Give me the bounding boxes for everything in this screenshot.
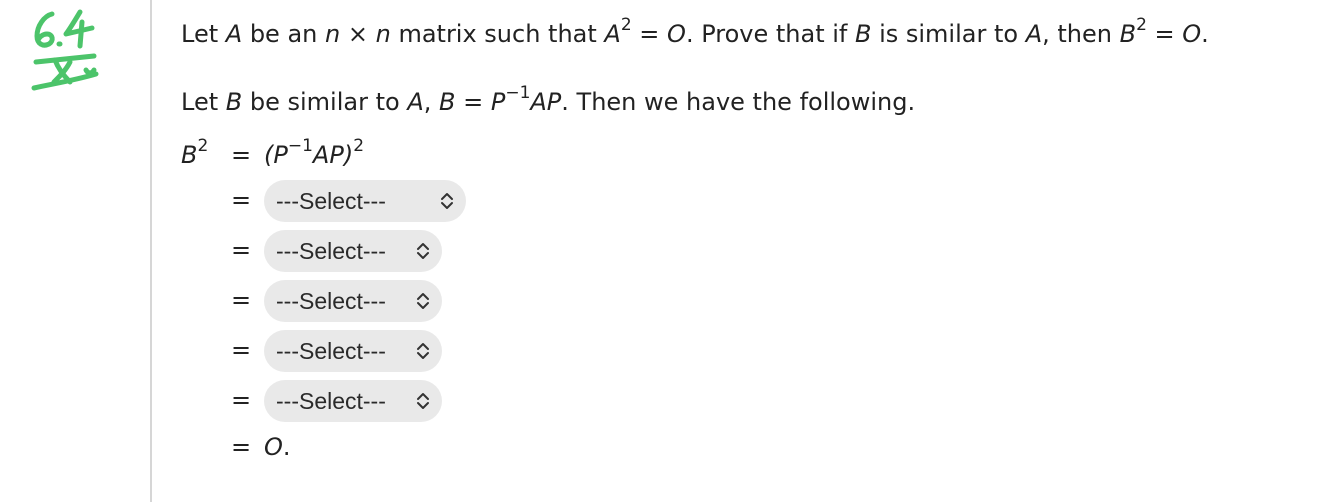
handwritten-annotation-icon bbox=[31, 9, 99, 91]
select-value: ---Select--- bbox=[276, 388, 386, 414]
derivation-row: = ---Select--- bbox=[181, 280, 581, 322]
math-var: AP bbox=[530, 88, 562, 116]
select-value: ---Select--- bbox=[276, 188, 386, 214]
math-var: B bbox=[225, 88, 243, 116]
select-value: ---Select--- bbox=[276, 238, 386, 264]
problem-text: Let bbox=[181, 20, 226, 48]
step-select-5[interactable]: ---Select--- bbox=[264, 380, 442, 422]
math-var: A bbox=[225, 20, 243, 48]
equals-sign: = bbox=[231, 286, 252, 314]
math-var: A bbox=[407, 88, 424, 116]
step-select-1[interactable]: ---Select--- bbox=[264, 180, 466, 222]
math-var: B bbox=[1119, 20, 1137, 48]
math-var: B bbox=[854, 20, 872, 48]
equals-sign: = bbox=[231, 433, 252, 461]
exponent: 2 bbox=[197, 136, 209, 156]
chevron-up-down-icon bbox=[441, 193, 453, 209]
problem-text: be an bbox=[242, 20, 325, 48]
math-var: B bbox=[439, 88, 456, 116]
problem-text: . bbox=[1201, 20, 1209, 48]
math-var: A bbox=[604, 20, 621, 48]
equals-text: = bbox=[455, 88, 491, 116]
left-divider bbox=[150, 0, 152, 502]
exponent: −1 bbox=[505, 83, 531, 103]
math-var: n bbox=[375, 20, 391, 48]
derivation-row: = ---Select--- bbox=[181, 180, 581, 222]
problem-text: is similar to bbox=[871, 20, 1026, 48]
math-var: O bbox=[264, 433, 283, 461]
problem-text: . Prove that if bbox=[685, 20, 855, 48]
derivation-lhs: B2 bbox=[181, 138, 208, 170]
select-value: ---Select--- bbox=[276, 338, 386, 364]
derivation-row: = ---Select--- bbox=[181, 380, 581, 422]
math-var: P bbox=[273, 141, 288, 169]
paren: ) bbox=[343, 141, 354, 169]
math-var: n bbox=[325, 20, 341, 48]
step-select-3[interactable]: ---Select--- bbox=[264, 280, 442, 322]
math-var: O bbox=[667, 20, 686, 48]
math-var: B bbox=[181, 141, 198, 169]
problem-text: matrix such that bbox=[390, 20, 605, 48]
equals-text: = bbox=[1146, 20, 1183, 48]
intro-text: Let bbox=[181, 88, 226, 116]
chevron-up-down-icon bbox=[417, 343, 429, 359]
exponent: 2 bbox=[1136, 15, 1147, 35]
intro-text: , bbox=[423, 88, 439, 116]
math-var: P bbox=[490, 88, 506, 116]
exponent: −1 bbox=[287, 136, 313, 156]
derivation-row: = ---Select--- bbox=[181, 230, 581, 272]
derivation-row: = ---Select--- bbox=[181, 330, 581, 372]
equals-text: = bbox=[631, 20, 668, 48]
period: . bbox=[282, 433, 291, 461]
equals-sign: = bbox=[231, 236, 252, 264]
math-var: AP bbox=[312, 141, 344, 169]
chevron-up-down-icon bbox=[417, 393, 429, 409]
exponent: 2 bbox=[353, 136, 365, 156]
derivation-rhs: (P−1AP)2 bbox=[264, 138, 364, 170]
problem-text: , then bbox=[1042, 20, 1120, 48]
chevron-up-down-icon bbox=[417, 293, 429, 309]
math-var: A bbox=[1025, 20, 1043, 48]
equals-sign: = bbox=[231, 386, 252, 414]
chevron-up-down-icon bbox=[417, 243, 429, 259]
equals-sign: = bbox=[231, 336, 252, 364]
derivation-final: O. bbox=[264, 432, 291, 462]
equals-sign: = bbox=[231, 186, 252, 214]
step-select-4[interactable]: ---Select--- bbox=[264, 330, 442, 372]
proof-intro: Let B be similar to A, B = P−1AP. Then w… bbox=[181, 85, 916, 117]
problem-statement: Let A be an n × n matrix such that A2 = … bbox=[181, 17, 1209, 49]
question-content: Let A be an n × n matrix such that A2 = … bbox=[181, 0, 1326, 502]
step-select-2[interactable]: ---Select--- bbox=[264, 230, 442, 272]
paren: ( bbox=[264, 141, 274, 169]
intro-text: be similar to bbox=[242, 88, 408, 116]
select-value: ---Select--- bbox=[276, 288, 386, 314]
derivation-row: = O. bbox=[181, 427, 581, 469]
derivation-row: B2 = (P−1AP)2 bbox=[181, 135, 581, 177]
math-var: O bbox=[1182, 20, 1202, 48]
exponent: 2 bbox=[620, 15, 632, 35]
equals-sign: = bbox=[231, 141, 252, 169]
intro-text: . Then we have the following. bbox=[561, 88, 916, 116]
times-symbol: × bbox=[340, 20, 376, 48]
